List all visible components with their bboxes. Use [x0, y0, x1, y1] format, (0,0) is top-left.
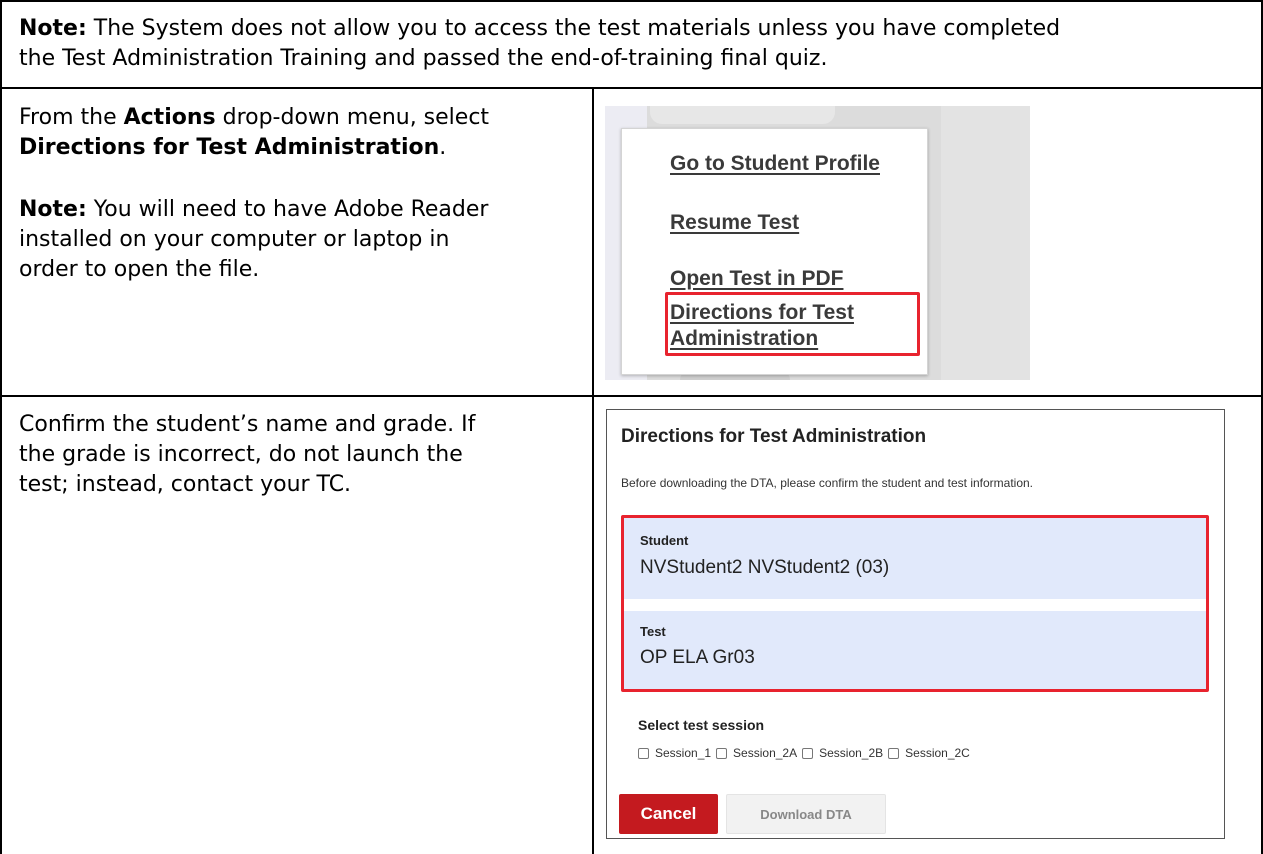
- session-option-label: Session_2A: [733, 746, 798, 760]
- student-value: NVStudent2 NVStudent2 (03): [640, 557, 890, 578]
- note-text: The System does not allow you to access …: [86, 16, 1061, 41]
- session-checkbox-group: Session_1 Session_2A Session_2B Session_…: [638, 746, 975, 760]
- actions-dropdown-tab: [650, 106, 835, 124]
- session-option-label: Session_1: [655, 746, 712, 760]
- checkbox-icon[interactable]: [716, 747, 728, 759]
- dialog-title: Directions for Test Administration: [621, 426, 927, 447]
- student-test-info-highlight: Student NVStudent2 NVStudent2 (03) Test …: [621, 515, 1209, 692]
- session-option-label: Session_2B: [819, 746, 884, 760]
- dialog-description: Before downloading the DTA, please confi…: [621, 476, 1034, 490]
- actions-menu-screenshot: Go to Student Profile Resume Test Open T…: [605, 106, 1030, 380]
- menu-option-name: Directions for Test Administration: [19, 135, 440, 160]
- step-text: Confirm the student’s name and grade. If: [19, 412, 476, 437]
- background-panel: [941, 106, 1030, 380]
- menu-item-go-to-student-profile[interactable]: Go to Student Profile: [670, 152, 880, 176]
- step-text: test; instead, contact your TC.: [19, 472, 352, 497]
- step1-instructions: From the Actions drop-down menu, select …: [19, 103, 584, 163]
- note-text: installed on your computer or laptop in: [19, 227, 450, 252]
- checkbox-icon[interactable]: [888, 747, 900, 759]
- checkbox-icon[interactable]: [638, 747, 649, 759]
- step-text: From the: [19, 105, 124, 130]
- adobe-reader-note: Note: You will need to have Adobe Reader…: [19, 195, 584, 285]
- checkbox-icon[interactable]: [802, 747, 814, 759]
- table-border-left: [0, 0, 2, 854]
- step2-instructions: Confirm the student’s name and grade. If…: [19, 410, 584, 500]
- note-text: the Test Administration Training and pas…: [19, 46, 828, 71]
- note-label: Note:: [19, 197, 87, 222]
- table-border-top: [0, 0, 1263, 2]
- actions-menu-name: Actions: [123, 105, 216, 130]
- student-info-row: Student NVStudent2 NVStudent2 (03): [624, 518, 1206, 599]
- session-option[interactable]: Session_2C: [888, 746, 970, 760]
- step-text: .: [439, 135, 447, 160]
- download-dta-button[interactable]: Download DTA: [726, 794, 886, 834]
- note-text: order to open the file.: [19, 257, 260, 282]
- instruction-document: Note: The System does not allow you to a…: [0, 0, 1263, 854]
- cancel-button[interactable]: Cancel: [619, 794, 718, 834]
- menu-item-open-test-in-pdf[interactable]: Open Test in PDF: [670, 267, 843, 291]
- table-column-divider: [592, 87, 594, 854]
- session-option[interactable]: Session_2A: [716, 746, 797, 760]
- top-note: Note: The System does not allow you to a…: [19, 14, 1249, 74]
- test-label: Test: [640, 624, 666, 639]
- menu-item-resume-test[interactable]: Resume Test: [670, 211, 799, 235]
- table-row-divider: [0, 395, 1263, 397]
- session-option[interactable]: Session_2B: [802, 746, 883, 760]
- actions-dropdown-menu: Go to Student Profile Resume Test Open T…: [621, 128, 928, 375]
- student-label: Student: [640, 533, 689, 548]
- test-value: OP ELA Gr03: [640, 647, 755, 668]
- test-info-row: Test OP ELA Gr03: [624, 611, 1206, 689]
- dta-dialog-screenshot: Directions for Test Administration Befor…: [606, 409, 1225, 839]
- session-option-label: Session_2C: [905, 746, 970, 760]
- session-label: Select test session: [638, 717, 765, 733]
- table-row-divider: [0, 87, 1263, 89]
- highlight-box: [665, 292, 920, 356]
- session-option[interactable]: Session_1: [638, 746, 711, 760]
- note-label: Note:: [19, 16, 87, 41]
- step-text: the grade is incorrect, do not launch th…: [19, 442, 463, 467]
- step-text: drop-down menu, select: [215, 105, 490, 130]
- note-text: You will need to have Adobe Reader: [86, 197, 489, 222]
